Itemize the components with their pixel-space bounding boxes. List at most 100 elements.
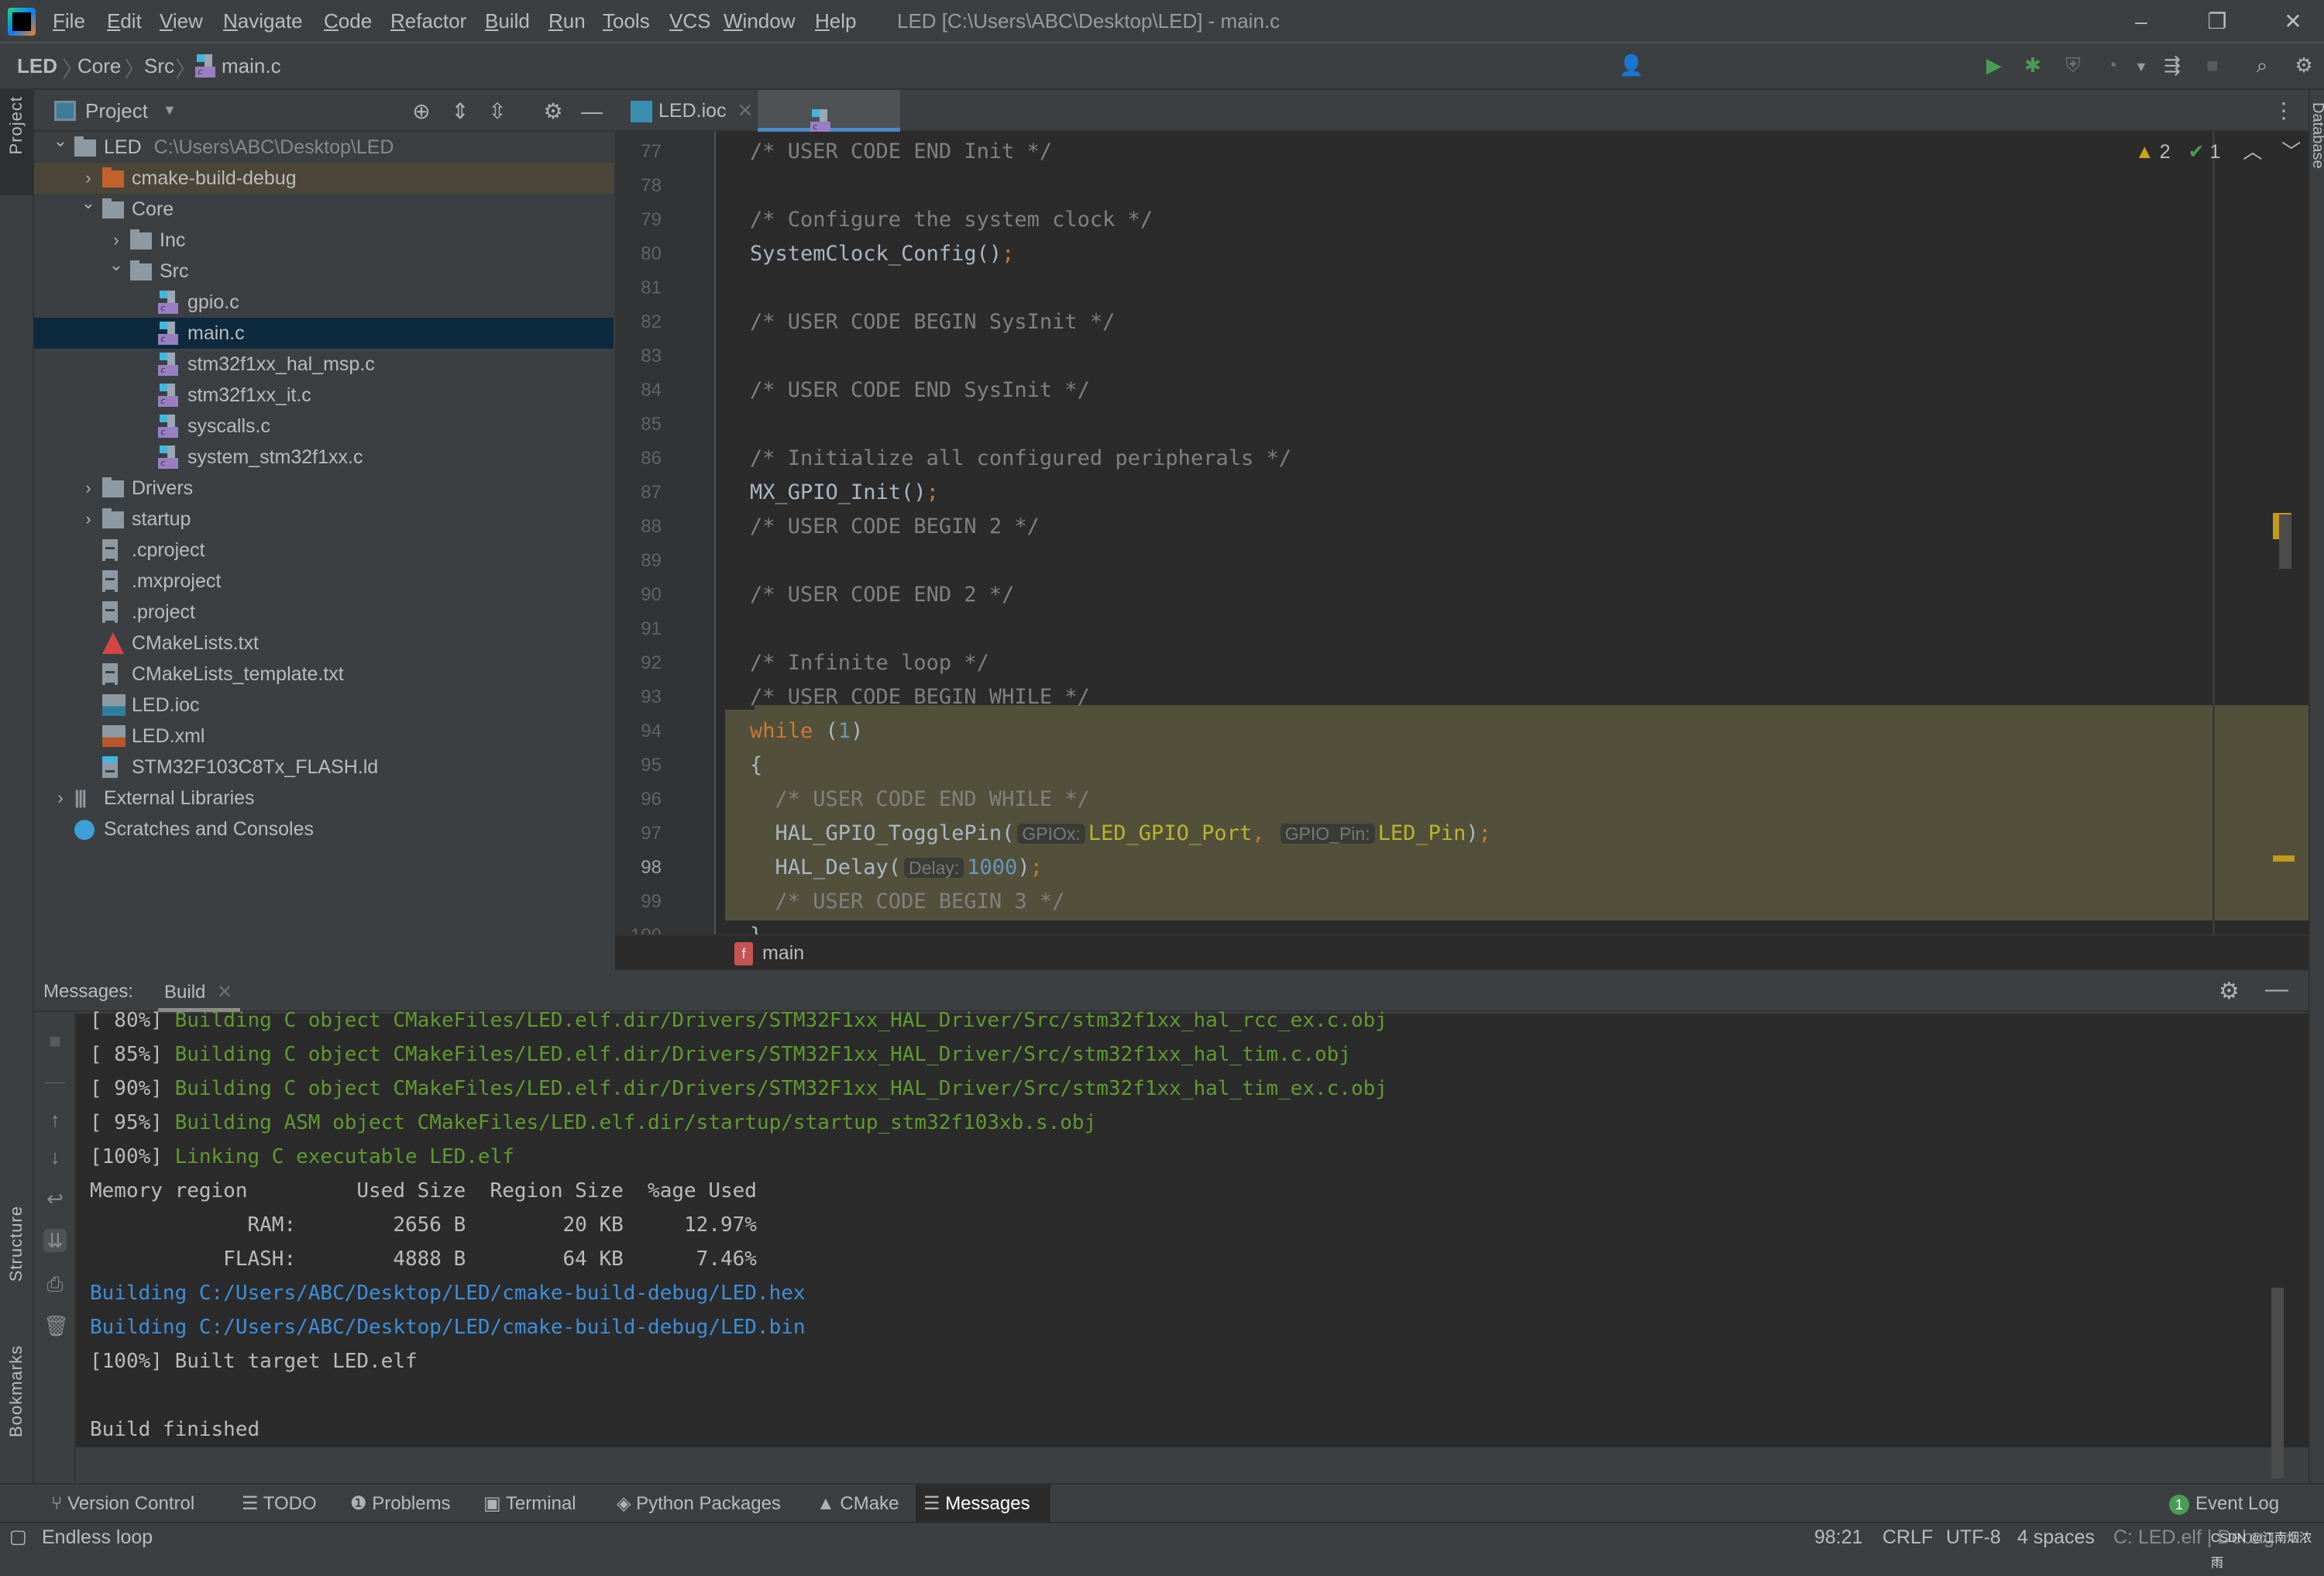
- tool-window-version-control[interactable]: ⑂ Version Control: [43, 1485, 232, 1523]
- locate-icon[interactable]: ⊕: [407, 98, 435, 126]
- menu-vcs[interactable]: VCS: [669, 9, 710, 33]
- chevron-down-icon[interactable]: ▼: [163, 102, 177, 119]
- previous-message-icon[interactable]: ↑: [43, 1108, 67, 1131]
- more-tabs-icon[interactable]: ⋮: [2273, 98, 2295, 123]
- coverage-icon[interactable]: ⛨: [2058, 50, 2089, 81]
- tool-window-python-packages[interactable]: ◈ Python Packages: [609, 1485, 810, 1523]
- breadcrumb-led[interactable]: LED: [17, 54, 57, 78]
- tree-item[interactable]: ⌄ LED C:\Users\ABC\Desktop\LED: [34, 131, 614, 163]
- tree-item[interactable]: STM32F103C8Tx_FLASH.ld: [34, 752, 614, 784]
- close-button[interactable]: ✕: [2278, 6, 2309, 37]
- soft-wrap-icon[interactable]: ↩: [43, 1187, 67, 1210]
- expand-all-icon[interactable]: ⇕: [446, 98, 474, 126]
- tree-item[interactable]: CMakeLists.txt: [34, 628, 614, 659]
- code-line[interactable]: /* USER CODE BEGIN WHILE */: [750, 685, 1090, 709]
- chevron-down-icon[interactable]: ⌄: [107, 249, 125, 280]
- inspections-widget[interactable]: ▲ 2 ✔ 1 ︿ ﹀: [2135, 136, 2301, 164]
- editor-scrollbar[interactable]: [2279, 514, 2291, 569]
- file-encoding[interactable]: UTF-8: [1946, 1525, 2001, 1550]
- tree-item[interactable]: c stm32f1xx_hal_msp.c: [34, 349, 614, 380]
- user-icon[interactable]: 👤: [1616, 50, 1647, 81]
- tree-item[interactable]: c stm32f1xx_it.c: [34, 380, 614, 411]
- code-line[interactable]: HAL_Delay(Delay: 1000);: [750, 855, 1043, 879]
- function-breadcrumb[interactable]: main: [762, 942, 804, 965]
- gear-icon[interactable]: ⚙: [539, 98, 567, 126]
- menu-build[interactable]: Build: [485, 9, 530, 33]
- code-line[interactable]: /* Configure the system clock */: [750, 208, 1153, 232]
- code-line[interactable]: /* USER CODE END SysInit */: [750, 378, 1090, 402]
- breadcrumb-main-c[interactable]: main.c: [222, 54, 281, 78]
- code-line[interactable]: /* USER CODE BEGIN SysInit */: [750, 310, 1115, 334]
- tab-main-c[interactable]: c main.c✕: [758, 90, 900, 163]
- code-line[interactable]: MX_GPIO_Init();: [750, 480, 939, 504]
- more-dropdown-icon[interactable]: ▼: [2126, 51, 2157, 82]
- menu-code[interactable]: Code: [324, 9, 372, 33]
- tree-item[interactable]: c syscalls.c: [34, 411, 614, 442]
- database-stripe-tab[interactable]: Database: [2309, 102, 2324, 169]
- code-line[interactable]: {: [750, 753, 762, 777]
- menu-tools[interactable]: Tools: [603, 9, 650, 33]
- tree-item[interactable]: › startup: [34, 504, 614, 535]
- tree-item[interactable]: c main.c: [34, 318, 614, 349]
- chevron-right-icon[interactable]: ›: [79, 504, 98, 535]
- close-tab-icon[interactable]: ✕: [217, 982, 232, 1003]
- code-line[interactable]: while (1): [750, 719, 863, 743]
- gear-icon[interactable]: ⚙: [2219, 978, 2240, 1005]
- menu-refactor[interactable]: Refactor: [390, 9, 466, 33]
- tree-item[interactable]: c system_stm32f1xx.c: [34, 442, 614, 473]
- menu-navigate[interactable]: Navigate: [223, 9, 303, 33]
- code-line[interactable]: }: [750, 924, 762, 934]
- structure-stripe-tab[interactable]: Structure: [6, 1206, 26, 1282]
- tree-item[interactable]: LED.ioc: [34, 690, 614, 721]
- close-tab-icon[interactable]: ✕: [737, 100, 754, 122]
- next-message-icon[interactable]: ↓: [43, 1145, 67, 1168]
- trash-icon[interactable]: 🗑: [43, 1314, 69, 1337]
- code-line[interactable]: /* Initialize all configured peripherals…: [750, 446, 1291, 470]
- project-view-selector[interactable]: Project: [85, 99, 148, 123]
- next-highlight-icon[interactable]: ﹀: [2281, 141, 2301, 163]
- project-stripe-tab[interactable]: Project: [0, 90, 33, 195]
- breadcrumb-src[interactable]: Src: [144, 54, 174, 78]
- minimize-button[interactable]: –: [2126, 6, 2157, 37]
- code-line[interactable]: /* USER CODE END 2 */: [750, 583, 1014, 607]
- tree-item[interactable]: ⌄ Core: [34, 193, 614, 225]
- tree-item[interactable]: .mxproject: [34, 566, 614, 597]
- tree-item[interactable]: .project: [34, 597, 614, 628]
- tree-item[interactable]: c gpio.c: [34, 287, 614, 318]
- code-line[interactable]: /* Infinite loop */: [750, 651, 989, 675]
- tool-window-messages[interactable]: ☰ Messages: [916, 1485, 1050, 1523]
- tree-item[interactable]: CMakeLists_template.txt: [34, 659, 614, 690]
- menu-help[interactable]: Help: [815, 9, 856, 33]
- code-line[interactable]: /* USER CODE BEGIN 3 */: [750, 890, 1065, 914]
- tree-item[interactable]: › ||| External Libraries: [34, 783, 614, 814]
- chevron-right-icon[interactable]: ›: [51, 783, 70, 814]
- restore-button[interactable]: ❐: [2202, 6, 2233, 37]
- code-line[interactable]: /* USER CODE END WHILE */: [750, 787, 1090, 811]
- menu-file[interactable]: File: [53, 9, 85, 33]
- stop-icon[interactable]: ■: [43, 1029, 67, 1052]
- event-log-button[interactable]: 1 Event Log: [2169, 1485, 2279, 1523]
- caret-position[interactable]: 98:21: [1814, 1525, 1863, 1550]
- scroll-to-end-icon[interactable]: ⇊: [43, 1229, 67, 1252]
- code-line[interactable]: HAL_GPIO_TogglePin(GPIOx: LED_GPIO_Port, …: [750, 821, 1491, 845]
- search-icon[interactable]: ⌕: [2247, 50, 2278, 81]
- tool-window-cmake[interactable]: ▲ CMake: [809, 1485, 920, 1523]
- print-icon[interactable]: ⎙: [43, 1272, 67, 1296]
- tree-item[interactable]: › Drivers: [34, 473, 614, 504]
- chevron-down-icon[interactable]: ⌄: [51, 126, 70, 157]
- code-line[interactable]: /* USER CODE BEGIN 2 */: [750, 514, 1040, 539]
- menu-window[interactable]: Window: [724, 9, 795, 33]
- hide-panel-icon[interactable]: —: [2265, 976, 2288, 1003]
- tool-window-terminal[interactable]: ▣ Terminal: [476, 1485, 595, 1523]
- run-icon[interactable]: ▶: [1978, 50, 2009, 81]
- tree-item[interactable]: Scratches and Consoles: [34, 814, 614, 845]
- code-line[interactable]: /* USER CODE END Init */: [750, 139, 1052, 163]
- breadcrumb-core[interactable]: Core: [77, 54, 121, 78]
- code-line[interactable]: SystemClock_Config();: [750, 242, 1014, 266]
- debug-icon[interactable]: ✱: [2017, 50, 2048, 81]
- settings-icon[interactable]: ⚙: [2288, 50, 2319, 81]
- tool-window-todo[interactable]: ☰ TODO: [234, 1485, 338, 1523]
- tab-build[interactable]: Build ✕: [158, 970, 241, 1012]
- menu-run[interactable]: Run: [548, 9, 586, 33]
- tree-item[interactable]: LED.xml: [34, 721, 614, 752]
